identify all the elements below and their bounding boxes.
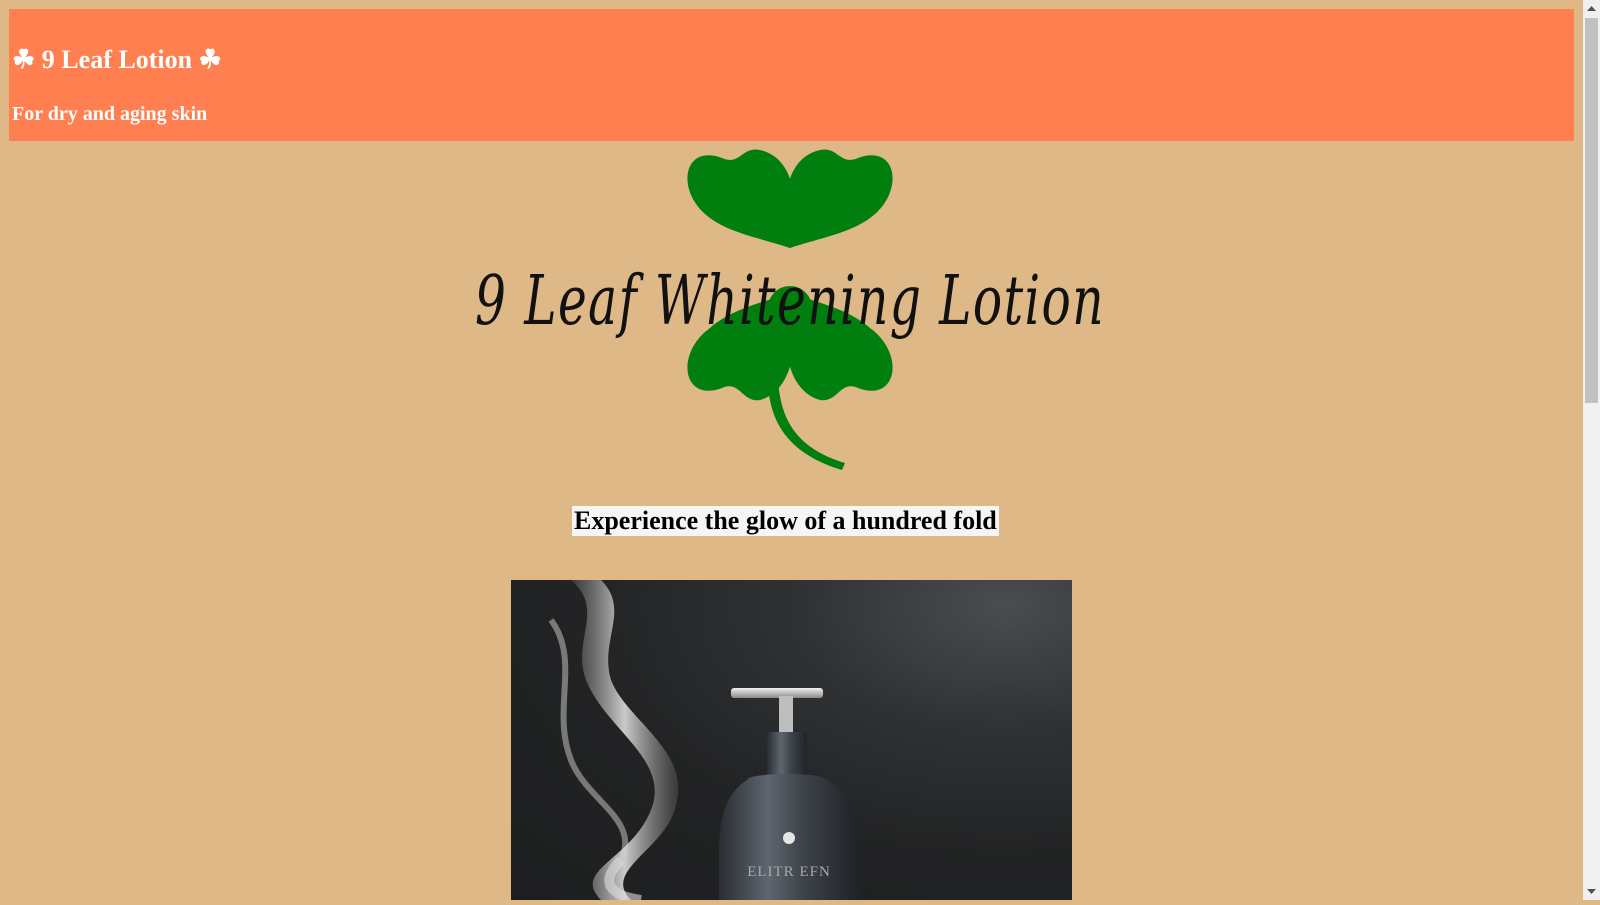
lotion-bottle-photo: ELITR EFN <box>548 580 859 900</box>
arrow-down-icon <box>1587 889 1596 894</box>
site-subtitle: For dry and aging skin <box>12 103 208 125</box>
page-content: ☘ 9 Leaf Lotion ☘ For dry and aging skin… <box>0 0 1583 900</box>
site-header: ☘ 9 Leaf Lotion ☘ For dry and aging skin <box>9 9 1574 141</box>
shamrock-icon: 9 Leaf Whitening Lotion <box>475 149 1105 470</box>
logo-text: 9 Leaf Whitening Lotion <box>475 262 1105 341</box>
scrollbar-thumb[interactable] <box>1585 18 1598 403</box>
site-title: ☘ 9 Leaf Lotion ☘ <box>12 45 222 74</box>
brand-logo: 9 Leaf Whitening Lotion <box>460 148 1120 478</box>
bottle-label: ELITR EFN <box>747 864 831 880</box>
scroll-down-button[interactable] <box>1583 883 1600 900</box>
product-image: ELITR EFN <box>511 580 1072 900</box>
vertical-scrollbar[interactable] <box>1583 0 1600 900</box>
tagline: Experience the glow of a hundred fold <box>572 506 999 536</box>
arrow-up-icon <box>1587 6 1596 11</box>
scroll-up-button[interactable] <box>1583 0 1600 17</box>
